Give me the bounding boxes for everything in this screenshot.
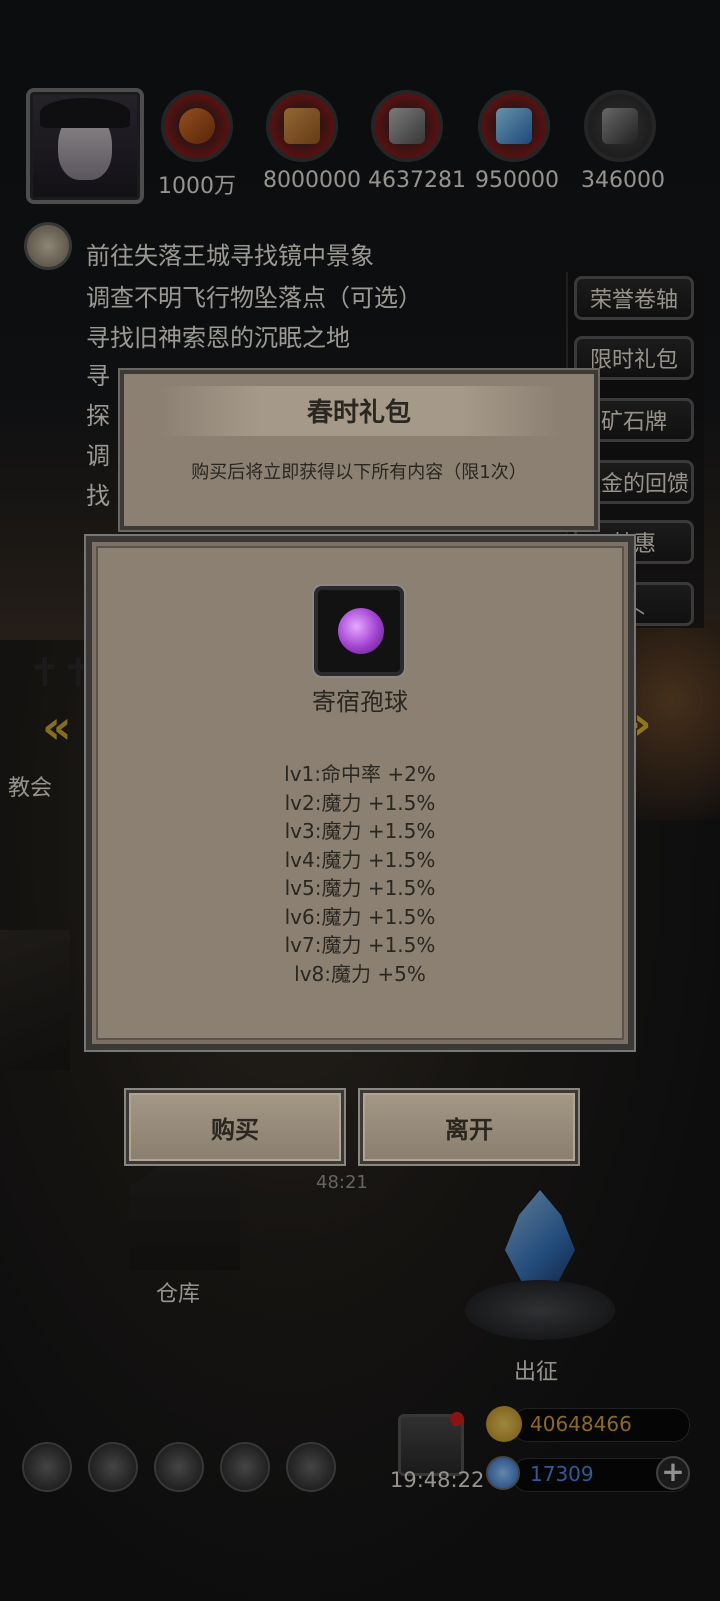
stat-line: lv3:魔力 +1.5% xyxy=(284,819,436,843)
buy-button[interactable]: 购买 xyxy=(126,1090,344,1164)
pack-dialog-title: 春时礼包 xyxy=(306,398,411,428)
leave-button[interactable]: 离开 xyxy=(360,1090,578,1164)
stat-line: lv8:魔力 +5% xyxy=(294,961,426,986)
stat-line: lv4:魔力 +1.5% xyxy=(284,847,436,872)
stat-line: lv6:魔力 +1.5% xyxy=(284,904,436,929)
item-icon xyxy=(314,586,404,676)
stat-line: lv1:命中率 +2% xyxy=(284,762,436,786)
stat-line: lv2:魔力 +1.5% xyxy=(284,790,436,815)
item-detail-dialog: 寄宿孢球 lv1:命中率 +2% lv2:魔力 +1.5% lv3:魔力 +1.… xyxy=(86,536,634,1050)
item-name: 寄宿孢球 xyxy=(312,688,408,716)
spore-orb-icon xyxy=(338,608,384,654)
item-stats: lv1:命中率 +2% lv2:魔力 +1.5% lv3:魔力 +1.5% lv… xyxy=(92,760,628,988)
stat-line: lv7:魔力 +1.5% xyxy=(284,933,436,957)
stat-line: lv5:魔力 +1.5% xyxy=(284,876,436,900)
pack-dialog: 春时礼包 购买后将立即获得以下所有内容（限1次） xyxy=(120,370,598,530)
pack-dialog-subtitle: 购买后将立即获得以下所有内容（限1次） xyxy=(191,462,527,483)
